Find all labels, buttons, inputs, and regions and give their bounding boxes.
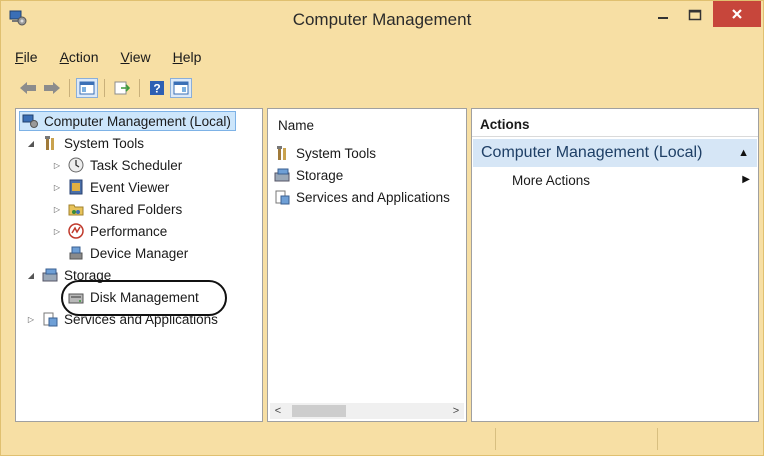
action-pane-icon xyxy=(173,81,189,95)
help-button[interactable]: ? xyxy=(146,78,168,98)
menu-help[interactable]: Help xyxy=(173,49,202,65)
status-divider xyxy=(495,428,496,450)
storage-icon xyxy=(274,167,290,183)
collapsed-triangle-icon[interactable]: ▷ xyxy=(26,315,36,324)
tree-item-performance[interactable]: ▷ Performance xyxy=(52,221,167,241)
tree-label: Shared Folders xyxy=(90,201,183,217)
toolbar: ? xyxy=(17,77,194,99)
content-pane[interactable]: Name System Tools Storage Services and A… xyxy=(267,108,467,422)
menu-bar: File Action View Help xyxy=(15,49,201,65)
submenu-arrow-icon[interactable]: ▶ xyxy=(742,174,750,185)
list-item-label: Storage xyxy=(296,167,344,183)
tree-label: Performance xyxy=(90,223,168,239)
console-tree-pane[interactable]: Computer Management (Local) ◢ System Too… xyxy=(15,108,263,422)
scrollbar-thumb[interactable] xyxy=(292,405,346,417)
forward-arrow-icon xyxy=(44,82,60,94)
list-item-label: System Tools xyxy=(296,145,377,161)
tree-item-event-viewer[interactable]: ▷ Event Viewer xyxy=(52,177,169,197)
tree-item-system-tools[interactable]: ◢ System Tools xyxy=(26,133,144,153)
forward-button[interactable] xyxy=(41,78,63,98)
list-item-storage[interactable]: Storage xyxy=(274,165,343,185)
console-tree-icon xyxy=(79,81,95,95)
maximize-button[interactable] xyxy=(681,3,709,27)
tree-item-device-manager[interactable]: Device Manager xyxy=(68,243,188,263)
tree-item-services-and-applications[interactable]: ▷ Services and Applications xyxy=(26,309,218,329)
show-hide-action-pane-button[interactable] xyxy=(170,78,192,98)
status-divider xyxy=(657,428,658,450)
column-header-name[interactable]: Name xyxy=(268,109,466,139)
back-button[interactable] xyxy=(17,78,39,98)
services-icon xyxy=(274,189,290,205)
tree-item-computer-management[interactable]: Computer Management (Local) xyxy=(19,111,236,131)
collapsed-triangle-icon[interactable]: ▷ xyxy=(52,227,62,236)
scroll-left-icon[interactable]: < xyxy=(270,403,286,419)
toolbar-separator xyxy=(69,79,70,97)
tree-label: Device Manager xyxy=(90,245,189,261)
close-icon xyxy=(732,9,742,19)
tree-label: Services and Applications xyxy=(64,311,218,327)
event-viewer-icon xyxy=(68,179,84,195)
tree-label: Task Scheduler xyxy=(90,157,183,173)
tree-label: System Tools xyxy=(64,135,145,151)
collapsed-triangle-icon[interactable]: ▷ xyxy=(52,183,62,192)
list-item-label: Services and Applications xyxy=(296,189,450,205)
collapsed-triangle-icon[interactable]: ▷ xyxy=(52,161,62,170)
show-hide-console-tree-button[interactable] xyxy=(76,78,98,98)
system-tools-icon xyxy=(42,135,58,151)
storage-icon xyxy=(42,267,58,283)
actions-section-computer-management[interactable]: Computer Management (Local) ▲ xyxy=(473,139,757,167)
collapse-caret-icon[interactable]: ▲ xyxy=(738,147,749,159)
menu-file[interactable]: File xyxy=(15,49,38,65)
system-tools-icon xyxy=(274,145,290,161)
svg-text:?: ? xyxy=(153,82,160,96)
minimize-button[interactable] xyxy=(649,3,677,27)
performance-icon xyxy=(68,223,84,239)
computer-management-window: Computer Management File Action View Hel… xyxy=(0,0,764,456)
collapsed-triangle-icon[interactable]: ▷ xyxy=(52,205,62,214)
actions-header: Actions xyxy=(472,109,758,137)
title-bar[interactable]: Computer Management xyxy=(1,1,763,37)
close-button[interactable] xyxy=(713,1,761,27)
tree-label: Computer Management (Local) xyxy=(44,113,231,129)
back-arrow-icon xyxy=(20,82,36,94)
expanded-triangle-icon[interactable]: ◢ xyxy=(26,271,36,280)
tree-label: Event Viewer xyxy=(90,179,170,195)
help-icon: ? xyxy=(150,81,164,96)
services-icon xyxy=(42,311,58,327)
tree-item-task-scheduler[interactable]: ▷ Task Scheduler xyxy=(52,155,182,175)
status-bar xyxy=(15,426,759,452)
toolbar-separator xyxy=(104,79,105,97)
device-manager-icon xyxy=(68,245,84,261)
more-actions-item[interactable]: More Actions xyxy=(512,173,590,188)
horizontal-scrollbar[interactable]: < > xyxy=(270,403,464,419)
export-list-icon xyxy=(114,81,130,95)
export-list-button[interactable] xyxy=(111,78,133,98)
computer-management-icon xyxy=(22,113,38,129)
clock-icon xyxy=(68,157,84,173)
actions-pane: Actions Computer Management (Local) ▲ Mo… xyxy=(471,108,759,422)
scroll-right-icon[interactable]: > xyxy=(448,403,464,419)
tree-item-shared-folders[interactable]: ▷ Shared Folders xyxy=(52,199,182,219)
list-item-services-and-applications[interactable]: Services and Applications xyxy=(274,187,450,207)
menu-action[interactable]: Action xyxy=(60,49,99,65)
shared-folder-icon xyxy=(68,201,84,217)
expanded-triangle-icon[interactable]: ◢ xyxy=(26,139,36,148)
section-label: Computer Management (Local) xyxy=(481,144,703,161)
list-item-system-tools[interactable]: System Tools xyxy=(274,143,376,163)
menu-view[interactable]: View xyxy=(121,49,151,65)
toolbar-separator xyxy=(139,79,140,97)
